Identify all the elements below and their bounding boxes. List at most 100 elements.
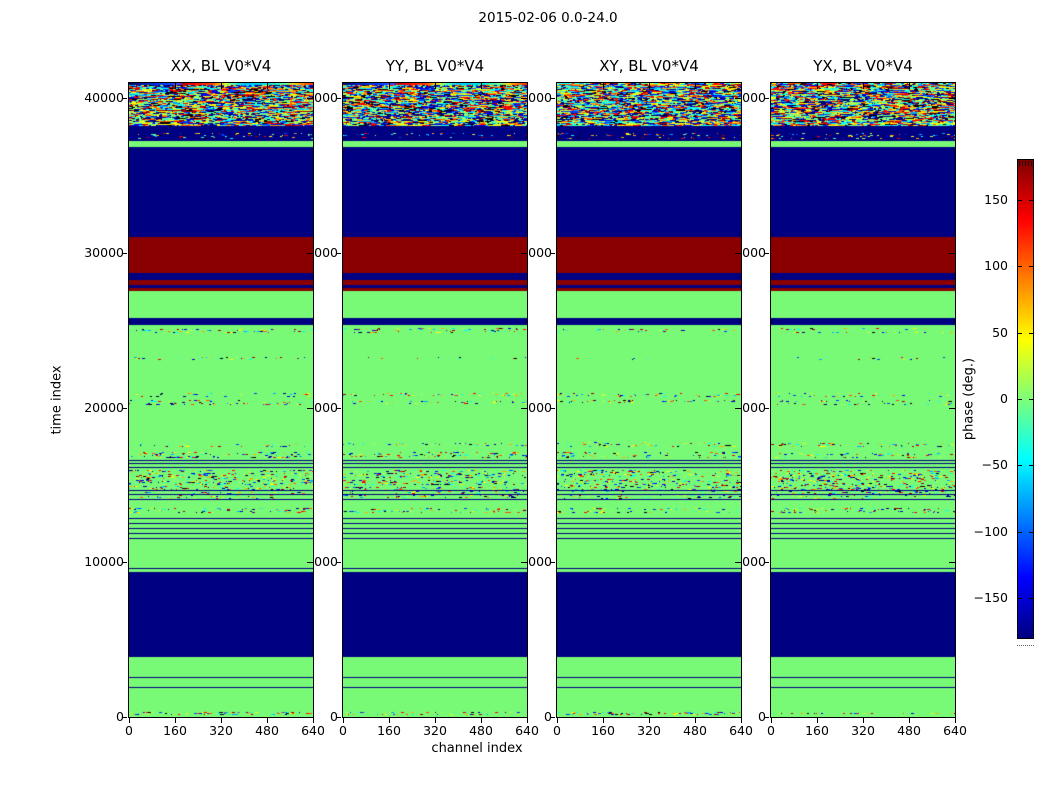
x-tick-label: 640 bbox=[515, 723, 539, 738]
y-tick-mark bbox=[550, 562, 555, 563]
x-tick-label: 640 bbox=[729, 723, 753, 738]
colorbar-tick-mark bbox=[1018, 598, 1022, 599]
colorbar-tick-label: 100 bbox=[984, 258, 1008, 273]
y-tick-mark-right bbox=[521, 253, 527, 254]
y-tick-mark bbox=[764, 408, 769, 409]
x-tick-label: 480 bbox=[683, 723, 707, 738]
colorbar-tick-label: 0 bbox=[1000, 391, 1008, 406]
colorbar-tick-mark bbox=[1018, 266, 1022, 267]
y-tick-mark-right bbox=[735, 408, 741, 409]
y-tick-mark-right bbox=[949, 562, 955, 563]
colorbar-tick-mark bbox=[1029, 532, 1033, 533]
y-tick-mark bbox=[336, 408, 341, 409]
colorbar-tick-mark bbox=[1018, 399, 1022, 400]
heatmap-image-0 bbox=[129, 83, 313, 717]
x-tick-mark-top bbox=[481, 83, 482, 89]
x-tick-label: 640 bbox=[301, 723, 325, 738]
panel-title-3: YX, BL V0*V4 bbox=[813, 57, 913, 75]
y-tick-mark-right bbox=[949, 98, 955, 99]
y-tick-mark-right bbox=[735, 562, 741, 563]
colorbar-tick-mark bbox=[1018, 200, 1022, 201]
y-tick-mark bbox=[122, 717, 127, 718]
colorbar-tick-mark bbox=[1029, 465, 1033, 466]
colorbar-tick-label: −100 bbox=[973, 524, 1008, 539]
x-tick-label: 160 bbox=[805, 723, 829, 738]
panel-title-0: XX, BL V0*V4 bbox=[170, 57, 272, 75]
y-tick-mark-right bbox=[735, 98, 741, 99]
y-tick-mark bbox=[550, 408, 555, 409]
x-tick-mark-top bbox=[863, 83, 864, 89]
heatmap-panel-xx bbox=[128, 82, 314, 718]
y-tick-mark-right bbox=[949, 408, 955, 409]
colorbar-tick-mark bbox=[1018, 532, 1022, 533]
x-tick-mark-top bbox=[175, 83, 176, 89]
heatmap-image-3 bbox=[771, 83, 955, 717]
y-tick-mark bbox=[122, 408, 127, 409]
x-tick-label: 480 bbox=[897, 723, 921, 738]
x-tick-mark-top bbox=[435, 83, 436, 89]
y-tick-mark bbox=[336, 253, 341, 254]
colorbar-tick-mark bbox=[1029, 200, 1033, 201]
colorbar-bottom-dots bbox=[1017, 645, 1034, 648]
y-tick-label: 30000 bbox=[84, 245, 124, 261]
y-tick-mark-right bbox=[949, 253, 955, 254]
y-tick-mark-right bbox=[307, 408, 313, 409]
figure-title: 2015-02-06 0.0-24.0 bbox=[478, 10, 618, 26]
x-tick-mark-top bbox=[695, 83, 696, 89]
y-tick-mark-right bbox=[307, 98, 313, 99]
x-tick-label: 0 bbox=[553, 723, 561, 738]
colorbar-tick-mark bbox=[1029, 333, 1033, 334]
panel-title-2: XY, BL V0*V4 bbox=[599, 57, 699, 75]
x-tick-mark bbox=[695, 718, 696, 723]
x-tick-mark bbox=[557, 718, 558, 723]
y-tick-mark-right bbox=[307, 562, 313, 563]
colorbar-top-hatch bbox=[1019, 161, 1032, 166]
x-tick-mark-top bbox=[221, 83, 222, 89]
x-tick-mark-top bbox=[909, 83, 910, 89]
y-tick-mark bbox=[550, 98, 555, 99]
x-tick-mark-top bbox=[389, 83, 390, 89]
heatmap-panel-xy bbox=[556, 82, 742, 718]
x-tick-mark bbox=[771, 718, 772, 723]
y-tick-mark bbox=[122, 253, 127, 254]
x-tick-mark-top bbox=[817, 83, 818, 89]
x-tick-label: 0 bbox=[767, 723, 775, 738]
y-tick-mark bbox=[122, 98, 127, 99]
x-tick-label: 320 bbox=[209, 723, 233, 738]
y-tick-mark bbox=[336, 98, 341, 99]
heatmap-image-2 bbox=[557, 83, 741, 717]
colorbar-tick-label: 50 bbox=[992, 325, 1008, 340]
colorbar-tick-mark bbox=[1018, 333, 1022, 334]
x-tick-mark bbox=[481, 718, 482, 723]
x-tick-mark bbox=[955, 718, 956, 723]
x-tick-mark bbox=[267, 718, 268, 723]
x-tick-mark bbox=[343, 718, 344, 723]
colorbar-tick-mark bbox=[1029, 399, 1033, 400]
y-tick-mark bbox=[764, 98, 769, 99]
x-tick-mark bbox=[817, 718, 818, 723]
y-tick-label: 40000 bbox=[84, 90, 124, 106]
y-tick-label: 0 bbox=[116, 709, 124, 724]
x-axis-label: channel index bbox=[431, 741, 523, 756]
y-tick-mark bbox=[122, 562, 127, 563]
x-tick-label: 160 bbox=[163, 723, 187, 738]
y-tick-mark bbox=[550, 717, 555, 718]
y-tick-mark-right bbox=[521, 562, 527, 563]
x-tick-mark-top bbox=[267, 83, 268, 89]
y-tick-mark bbox=[764, 253, 769, 254]
figure-canvas: 2015-02-06 0.0-24.0 XX, BL V0*V4 0 10000 20… bbox=[0, 0, 1050, 800]
x-tick-label: 0 bbox=[339, 723, 347, 738]
x-tick-label: 640 bbox=[943, 723, 967, 738]
y-tick-mark bbox=[336, 717, 341, 718]
x-tick-label: 320 bbox=[637, 723, 661, 738]
colorbar-tick-label: −150 bbox=[973, 590, 1008, 605]
x-tick-mark-top bbox=[603, 83, 604, 89]
x-tick-label: 160 bbox=[377, 723, 401, 738]
x-tick-mark bbox=[649, 718, 650, 723]
x-tick-label: 320 bbox=[851, 723, 875, 738]
x-tick-mark bbox=[863, 718, 864, 723]
y-tick-mark bbox=[550, 253, 555, 254]
x-tick-mark bbox=[175, 718, 176, 723]
x-tick-mark bbox=[527, 718, 528, 723]
x-tick-label: 320 bbox=[423, 723, 447, 738]
